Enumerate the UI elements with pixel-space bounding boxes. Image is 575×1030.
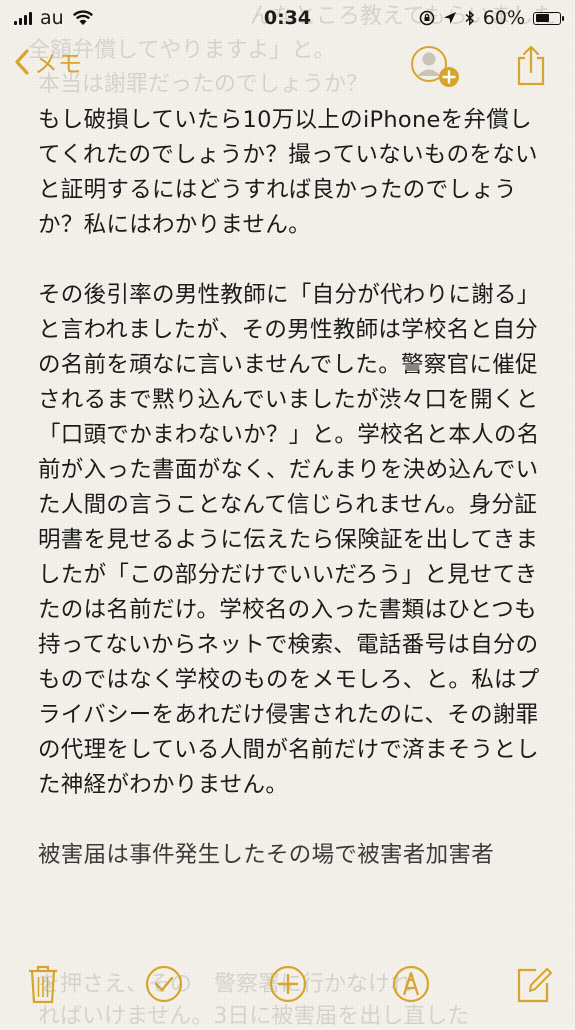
note-paragraph: 被害届は事件発生したその場で被害者加害者: [38, 842, 495, 868]
navigation-bar: メモ: [0, 36, 575, 96]
add-person-icon: [411, 46, 459, 87]
back-button[interactable]: メモ: [14, 44, 82, 79]
sketch-button[interactable]: [391, 962, 431, 1010]
rotation-lock-icon: [419, 10, 435, 26]
back-label: メモ: [34, 50, 82, 78]
checklist-button[interactable]: [144, 962, 184, 1010]
battery-percent: 60%: [482, 7, 525, 29]
note-text-area[interactable]: もし破損していたら10万以上のiPhoneを弁償してくれたのでしょうか？撮ってい…: [38, 103, 543, 873]
cellular-signal-icon: [14, 11, 32, 25]
add-people-button[interactable]: [409, 44, 465, 94]
note-paragraph: もし破損していたら10万以上のiPhoneを弁償してくれたのでしょうか？撮ってい…: [38, 107, 538, 238]
location-icon: [443, 12, 456, 24]
share-button[interactable]: [514, 44, 548, 92]
status-bar: au 0:34 60%: [0, 0, 575, 36]
share-icon: [517, 45, 545, 86]
note-paragraph: その後引率の男性教師に「自分が代わりに謝る」と言われましたが、その男性教師は学校…: [38, 282, 540, 798]
bottom-toolbar: [0, 956, 575, 1024]
battery-icon: [533, 11, 564, 25]
compose-icon: [517, 968, 552, 1003]
chevron-left-icon: [15, 48, 29, 75]
wifi-icon: [72, 10, 93, 25]
add-icon: [269, 965, 307, 1003]
carrier-label: au: [40, 7, 64, 29]
checklist-icon: [145, 965, 183, 1003]
compose-button[interactable]: [514, 962, 554, 1010]
bluetooth-icon: [465, 10, 474, 26]
add-button[interactable]: [268, 962, 308, 1010]
trash-icon: [29, 965, 57, 1004]
sketch-icon: [392, 965, 430, 1003]
delete-button[interactable]: [26, 962, 60, 1010]
